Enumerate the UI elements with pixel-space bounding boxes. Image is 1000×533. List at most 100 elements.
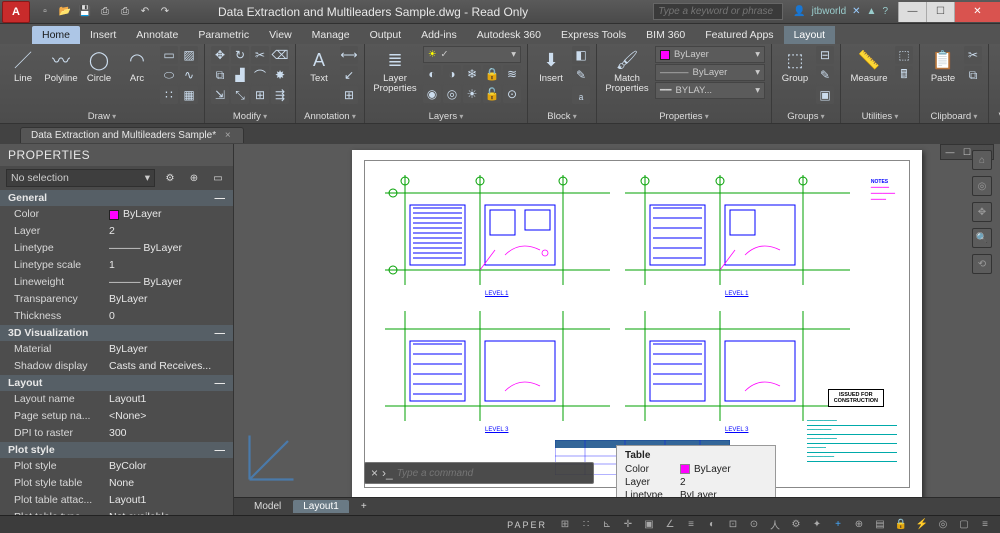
prop-row[interactable]: ColorByLayer	[0, 206, 233, 223]
tab-output[interactable]: Output	[360, 26, 412, 44]
paste-button[interactable]: 📋Paste	[926, 46, 960, 84]
custom-icon[interactable]: ≡	[976, 518, 994, 532]
erase-icon[interactable]: ⌫	[271, 46, 289, 64]
paperspace-label[interactable]: PAPER	[501, 520, 553, 530]
prop-row[interactable]: MaterialByLayer	[0, 341, 233, 358]
table-icon[interactable]: ⊞	[340, 86, 358, 104]
panel-layers-label[interactable]: Layers	[371, 110, 521, 122]
plot-icon[interactable]: ⎙	[116, 3, 134, 21]
move-icon[interactable]: ✥	[211, 46, 229, 64]
trim-icon[interactable]: ✂	[251, 46, 269, 64]
tab-featured[interactable]: Featured Apps	[695, 26, 783, 44]
stretch-icon[interactable]: ⇲	[211, 86, 229, 104]
layfrz-icon[interactable]: ❄	[463, 65, 481, 83]
navbar-wheel-icon[interactable]: ◎	[972, 176, 992, 196]
tab-express[interactable]: Express Tools	[551, 26, 636, 44]
linetype-selector[interactable]: ———ByLayer▾	[655, 64, 765, 81]
tab-insert[interactable]: Insert	[80, 26, 126, 44]
prop-row[interactable]: Plot styleByColor	[0, 458, 233, 475]
close-button[interactable]: ✕	[954, 2, 1000, 22]
quickprops-icon[interactable]: ▤	[871, 518, 889, 532]
model-tab[interactable]: Model	[244, 500, 291, 513]
prop-row[interactable]: Layout nameLayout1	[0, 391, 233, 408]
edit-block-icon[interactable]: ✎	[572, 66, 590, 84]
section-general[interactable]: General—	[0, 190, 233, 206]
spline-icon[interactable]: ∿	[180, 66, 198, 84]
prop-row[interactable]: Plot style tableNone	[0, 475, 233, 492]
annoviz-icon[interactable]: ⚙	[787, 518, 805, 532]
panel-util-label[interactable]: Utilities	[847, 110, 913, 122]
prop-row[interactable]: Plot table attac...Layout1	[0, 492, 233, 509]
tab-bim360[interactable]: BIM 360	[636, 26, 695, 44]
osnap-icon[interactable]: ▣	[640, 518, 658, 532]
groupbox-icon[interactable]: ▣	[816, 86, 834, 104]
redo-icon[interactable]: ↷	[156, 3, 174, 21]
prop-row[interactable]: Linetype——— ByLayer	[0, 240, 233, 257]
tab-home[interactable]: Home	[32, 26, 80, 44]
scale-icon[interactable]: ⤡	[231, 86, 249, 104]
leader-icon[interactable]: ↙	[340, 66, 358, 84]
file-tab[interactable]: Data Extraction and Multileaders Sample*…	[20, 127, 244, 143]
navbar-zoom-icon[interactable]: 🔍	[972, 228, 992, 248]
quickcalc-icon[interactable]: 🖩	[895, 66, 913, 84]
panel-draw-label[interactable]: Draw	[6, 110, 198, 122]
selectobj-icon[interactable]: ▭	[209, 169, 227, 187]
qp-icon[interactable]: ⊡	[724, 518, 742, 532]
stayconnected-icon[interactable]: ▲	[867, 6, 877, 17]
layon-icon[interactable]: ◉	[423, 85, 441, 103]
hardware-icon[interactable]: ⚡	[913, 518, 931, 532]
lwt-icon[interactable]: ≡	[682, 518, 700, 532]
polar-icon[interactable]: ✛	[619, 518, 637, 532]
prop-row[interactable]: Lineweight——— ByLayer	[0, 274, 233, 291]
tab-layout[interactable]: Layout	[784, 26, 836, 44]
cleanscreen-icon[interactable]: ▢	[955, 518, 973, 532]
prop-row[interactable]: Linetype scale1	[0, 257, 233, 274]
copy-icon[interactable]: ⧉	[211, 66, 229, 84]
lock-ui-icon[interactable]: 🔒	[892, 518, 910, 532]
help-search-input[interactable]	[653, 3, 783, 20]
layoff-icon[interactable]: ◐	[423, 65, 441, 83]
panel-props-label[interactable]: Properties	[603, 110, 765, 122]
grid-icon[interactable]: ⊞	[556, 518, 574, 532]
polyline-button[interactable]: 〰Polyline	[44, 46, 78, 84]
ungroup-icon[interactable]: ⊟	[816, 46, 834, 64]
copy2-icon[interactable]: ⧉	[964, 66, 982, 84]
cmd-close-icon[interactable]: ×	[371, 466, 378, 480]
measure-button[interactable]: 📏Measure	[847, 46, 891, 84]
layout1-tab[interactable]: Layout1	[293, 500, 349, 513]
annomon-icon[interactable]: +	[829, 518, 847, 532]
help-icon[interactable]: ?	[882, 6, 888, 17]
attr-icon[interactable]: ₐ	[572, 86, 590, 104]
prop-row[interactable]: TransparencyByLayer	[0, 291, 233, 308]
panel-block-label[interactable]: Block	[534, 110, 590, 122]
groupedit-icon[interactable]: ✎	[816, 66, 834, 84]
prop-row[interactable]: DPI to raster300	[0, 425, 233, 442]
navbar-orbit-icon[interactable]: ⟲	[972, 254, 992, 274]
insert-button[interactable]: ⬇Insert	[534, 46, 568, 84]
navbar-home-icon[interactable]: ⌂	[972, 150, 992, 170]
command-line[interactable]: × ›_	[364, 462, 594, 484]
sc-icon[interactable]: ⊙	[745, 518, 763, 532]
tab-a360[interactable]: Autodesk 360	[467, 26, 551, 44]
layiso-icon[interactable]: ◑	[443, 65, 461, 83]
panel-modify-label[interactable]: Modify	[211, 110, 289, 122]
group-button[interactable]: ⬚Group	[778, 46, 812, 84]
transparency-icon[interactable]: ◐	[703, 518, 721, 532]
ortho-icon[interactable]: ⊾	[598, 518, 616, 532]
panel-view-label[interactable]: View	[995, 110, 1000, 122]
section-plot[interactable]: Plot style—	[0, 442, 233, 458]
point-icon[interactable]: ∷	[160, 86, 178, 104]
ws-icon[interactable]: ✦	[808, 518, 826, 532]
tab-view[interactable]: View	[259, 26, 302, 44]
layerprops-button[interactable]: ≣Layer Properties	[371, 46, 419, 94]
otrack-icon[interactable]: ∠	[661, 518, 679, 532]
panel-groups-label[interactable]: Groups	[778, 110, 834, 122]
layuniso-icon[interactable]: ◎	[443, 85, 461, 103]
mirror-icon[interactable]: ▟	[231, 66, 249, 84]
rect-icon[interactable]: ▭	[160, 46, 178, 64]
dim-icon[interactable]: ⟷	[340, 46, 358, 64]
panel-anno-label[interactable]: Annotation	[302, 110, 358, 122]
cmd-chevron-icon[interactable]: ›_	[382, 466, 393, 480]
save-icon[interactable]: 💾	[76, 3, 94, 21]
snap-icon[interactable]: ∷	[577, 518, 595, 532]
